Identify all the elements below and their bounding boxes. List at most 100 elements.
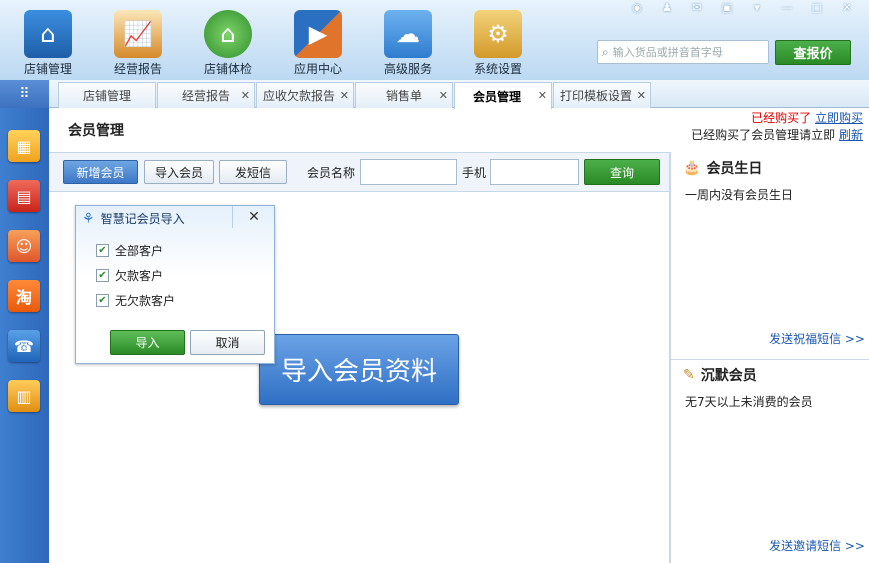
member-toolbar: 新增会员 导入会员 发短信 会员名称 手机 查询 [49,152,669,192]
nav-label: 系统设置 [473,62,522,76]
tab-label: 会员管理 [472,89,521,104]
search-input[interactable] [612,45,761,59]
maximize-icon[interactable]: □ [803,0,831,14]
tab-label: 打印模板设置 [559,89,632,103]
option-label: 全部客户 [115,244,164,258]
calculator-icon[interactable]: ▤ [8,180,40,212]
close-icon[interactable]: ✕ [833,0,861,14]
tab-bar: ⠿ 店铺管理 经营报告 ✕ 应收欠款报告 ✕ 销售单 ✕ 会员管理 ✕ 打印模板… [0,80,869,109]
checkbox-checked-icon[interactable]: ✔ [96,294,109,307]
tab-close-icon[interactable]: ✕ [538,89,547,102]
app-center-icon: ▶ [294,10,342,58]
home-check-icon: ⌂ [204,10,252,58]
taobao-icon[interactable]: 淘 [8,280,40,312]
silent-text: 无7天以上未消费的会员 [685,395,813,409]
refresh-link[interactable]: 刷新 [839,128,863,142]
tab-member-management[interactable]: 会员管理 ✕ [454,82,552,109]
grid-menu-icon[interactable]: ⠿ [0,80,49,108]
add-member-button[interactable]: 新增会员 [63,160,138,184]
tab-business-report[interactable]: 经营报告 ✕ [157,82,255,108]
birthday-section-title: 🎂 会员生日 [683,158,762,178]
top-toolbar: ◉ ♟ ✉ ▣ ▾ — □ ✕ ⌂ 店铺管理 📈 经营报告 ⌂ 店铺体检 ▶ 应… [0,0,869,80]
search-icon: ⌕ [602,44,609,59]
purchased-notice-text: 已经购买了会员管理请立即 [691,128,836,142]
user-icon[interactable]: ♟ [653,0,681,14]
phone-input[interactable] [490,159,579,185]
nav-business-report[interactable]: 📈 经营报告 [103,10,173,77]
skin-icon[interactable]: ▣ [713,0,741,14]
option-no-debt-customers[interactable]: ✔ 无欠款客户 [96,292,175,309]
phone-icon[interactable]: ☎ [8,330,40,362]
nav-label: 经营报告 [113,62,162,76]
option-debt-customers[interactable]: ✔ 欠款客户 [96,267,163,284]
birthday-text: 一周内没有会员生日 [685,188,794,202]
cake-icon: 🎂 [683,160,701,176]
menu-dropdown-icon[interactable]: ▾ [743,0,771,14]
query-button[interactable]: 查询 [584,159,660,185]
import-member-button[interactable]: 导入会员 [144,160,214,184]
send-blessing-sms-link[interactable]: 发送祝福短信 >> [769,330,865,347]
phone-label: 手机 [462,166,487,180]
birthday-title-text: 会员生日 [706,161,763,177]
import-member-data-button[interactable]: 导入会员资料 [259,334,459,405]
nav-label: 应用中心 [293,62,342,76]
member-name-input[interactable] [360,159,457,185]
right-info-panel: 🎂 会员生日 一周内没有会员生日 发送祝福短信 >> ✎ 沉默会员 无7天以上未… [671,152,869,563]
silent-section-title: ✎ 沉默会员 [683,365,757,385]
weibo-icon[interactable]: ◉ [623,0,651,14]
tab-sales-order[interactable]: 销售单 ✕ [355,82,453,108]
member-name-label: 会员名称 [307,166,356,180]
purchase-notice: 已经购买了 立即购买 已经购买了会员管理请立即 刷新 [691,110,863,144]
gear-icon: ⚙ [474,10,522,58]
member-import-dialog: ⚘ 智慧记会员导入 ✕ ✔ 全部客户 ✔ 欠款客户 ✔ 无欠款客户 导入 取消 [75,205,275,364]
query-price-button[interactable]: 查报价 [775,40,851,65]
tab-receivables-report[interactable]: 应收欠款报告 ✕ [256,82,354,108]
nav-store-checkup[interactable]: ⌂ 店铺体检 [193,10,263,77]
product-search[interactable]: ⌕ [597,40,769,64]
nav-advanced-service[interactable]: ☁ 高级服务 [373,10,443,77]
tab-label: 店铺管理 [82,89,131,103]
nav-system-settings[interactable]: ⚙ 系统设置 [463,10,533,77]
storefront-icon: ⌂ [24,10,72,58]
nav-store-management[interactable]: ⌂ 店铺管理 [13,10,83,77]
tab-close-icon[interactable]: ✕ [637,89,646,102]
dialog-title-bar: ⚘ 智慧记会员导入 [82,210,185,227]
checkbox-checked-icon[interactable]: ✔ [96,244,109,257]
tab-label: 经营报告 [181,89,230,103]
checkbox-checked-icon[interactable]: ✔ [96,269,109,282]
dialog-close-icon[interactable]: ✕ [232,206,275,228]
tab-close-icon[interactable]: ✕ [340,89,349,102]
option-all-customers[interactable]: ✔ 全部客户 [96,242,163,259]
contacts-icon[interactable]: ☺ [8,230,40,262]
tab-print-template-settings[interactable]: 打印模板设置 ✕ [553,82,651,108]
dialog-app-icon: ⚘ [82,210,95,227]
nav-label: 店铺管理 [23,62,72,76]
magic-wand-icon: ✎ [683,367,695,383]
notebook-icon[interactable]: ▥ [8,380,40,412]
buy-now-link[interactable]: 立即购买 [815,111,863,125]
left-sidebar: ▦ ▤ ☺ 淘 ☎ ▥ [0,108,49,563]
dialog-title: 智慧记会员导入 [100,212,185,226]
report-chart-icon: 📈 [114,10,162,58]
tab-close-icon[interactable]: ✕ [439,89,448,102]
silent-title-text: 沉默会员 [700,368,757,384]
nav-label: 高级服务 [383,62,432,76]
nav-label: 店铺体检 [203,62,252,76]
minimize-icon[interactable]: — [773,0,801,14]
cloud-icon: ☁ [384,10,432,58]
window-controls: ◉ ♟ ✉ ▣ ▾ — □ ✕ [623,0,861,14]
option-label: 欠款客户 [115,269,164,283]
tab-label: 销售单 [385,89,422,103]
send-sms-button[interactable]: 发短信 [219,160,287,184]
send-invite-sms-link[interactable]: 发送邀请短信 >> [769,537,865,554]
nav-app-center[interactable]: ▶ 应用中心 [283,10,353,77]
tab-store-management[interactable]: 店铺管理 [58,82,156,108]
chat-icon[interactable]: ✉ [683,0,711,14]
dialog-cancel-button[interactable]: 取消 [190,330,265,355]
dialog-import-button[interactable]: 导入 [110,330,185,355]
purchased-text: 已经购买了 [751,111,812,125]
tab-close-icon[interactable]: ✕ [241,89,250,102]
option-label: 无欠款客户 [115,294,176,308]
cubes-icon[interactable]: ▦ [8,130,40,162]
section-divider [671,359,869,360]
